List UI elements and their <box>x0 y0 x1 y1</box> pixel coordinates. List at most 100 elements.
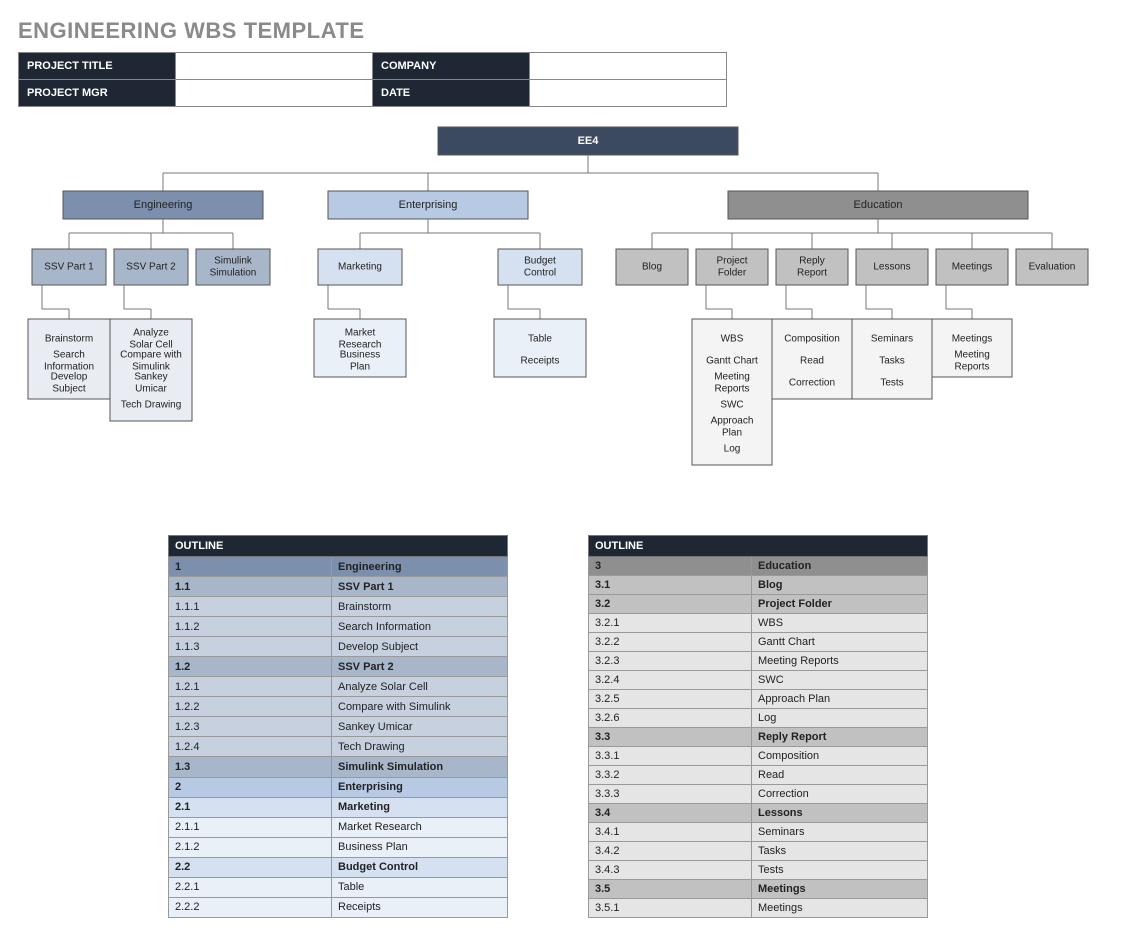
svg-text:Tasks: Tasks <box>879 356 905 367</box>
outline-row: 3.3Reply Report <box>589 728 928 747</box>
outline-table-right: OUTLINE 3Education3.1Blog3.2Project Fold… <box>588 535 928 918</box>
svg-text:Project: Project <box>716 256 747 267</box>
meta-val-company[interactable] <box>530 53 727 80</box>
outline-row: 3.1Blog <box>589 576 928 595</box>
outline-row: 3.4.2Tasks <box>589 842 928 861</box>
outline-row: 2.1.2Business Plan <box>169 837 508 857</box>
svg-text:Blog: Blog <box>642 262 662 273</box>
outline-row: 1.2SSV Part 2 <box>169 657 508 677</box>
outline-row: 1.2.3Sankey Umicar <box>169 717 508 737</box>
svg-text:Plan: Plan <box>722 428 742 439</box>
svg-text:Analyze: Analyze <box>133 328 169 339</box>
outline-row: 3.2.6Log <box>589 709 928 728</box>
svg-text:Read: Read <box>800 356 824 367</box>
svg-text:SSV Part 2: SSV Part 2 <box>126 262 176 273</box>
svg-text:Market: Market <box>345 328 376 339</box>
svg-text:SSV Part 1: SSV Part 1 <box>44 262 94 273</box>
outline-row: 3.2.1WBS <box>589 614 928 633</box>
svg-text:Subject: Subject <box>52 384 86 395</box>
outline-row: 3.2Project Folder <box>589 595 928 614</box>
svg-text:Report: Report <box>797 268 827 279</box>
outline-row: 3.2.5Approach Plan <box>589 690 928 709</box>
svg-text:Simulation: Simulation <box>210 268 257 279</box>
svg-text:SWC: SWC <box>720 400 743 411</box>
outline-row: 1.2.1Analyze Solar Cell <box>169 677 508 697</box>
meta-key-project-mgr: PROJECT MGR <box>19 80 176 107</box>
svg-text:Plan: Plan <box>350 362 370 373</box>
svg-text:Correction: Correction <box>789 378 835 389</box>
meta-val-date[interactable] <box>530 80 727 107</box>
outline-row: 2.2Budget Control <box>169 857 508 877</box>
svg-text:Gantt Chart: Gantt Chart <box>706 356 758 367</box>
svg-text:Search: Search <box>53 350 85 361</box>
svg-text:Simulink: Simulink <box>214 256 253 267</box>
outline-row: 2.2.1Table <box>169 877 508 897</box>
svg-text:Education: Education <box>854 199 903 211</box>
svg-text:Meeting: Meeting <box>714 372 750 383</box>
outline-row: 3.5Meetings <box>589 880 928 899</box>
outline-row: 3.4Lessons <box>589 804 928 823</box>
svg-text:Reply: Reply <box>799 256 825 267</box>
svg-text:Budget: Budget <box>524 256 556 267</box>
svg-text:Log: Log <box>724 444 741 455</box>
outline-row: 2.1Marketing <box>169 797 508 817</box>
svg-text:Receipts: Receipts <box>521 356 560 367</box>
svg-text:Control: Control <box>524 268 556 279</box>
outline-header: OUTLINE <box>169 536 508 557</box>
wbs-diagram: EE4EngineeringSSV Part 1BrainstormSearch… <box>18 121 1118 511</box>
svg-text:Reports: Reports <box>714 384 749 395</box>
svg-text:Reports: Reports <box>954 362 989 373</box>
svg-text:Sankey: Sankey <box>134 372 167 383</box>
outline-row: 3.3.3Correction <box>589 785 928 804</box>
svg-text:Develop: Develop <box>51 372 88 383</box>
outline-row: 3.2.2Gantt Chart <box>589 633 928 652</box>
outline-row: 1.3Simulink Simulation <box>169 757 508 777</box>
outline-row: 1.2.2Compare with Simulink <box>169 697 508 717</box>
svg-text:Folder: Folder <box>718 268 747 279</box>
svg-text:EE4: EE4 <box>578 135 600 147</box>
outline-row: 1.1.2Search Information <box>169 617 508 637</box>
outline-row: 1.1SSV Part 1 <box>169 577 508 597</box>
outline-row: 3.4.1Seminars <box>589 823 928 842</box>
svg-text:Evaluation: Evaluation <box>1029 262 1076 273</box>
outline-table-left: OUTLINE 1Engineering1.1SSV Part 11.1.1Br… <box>168 535 508 918</box>
svg-text:Meetings: Meetings <box>952 334 993 345</box>
svg-text:Meeting: Meeting <box>954 350 990 361</box>
outline-header: OUTLINE <box>589 536 928 557</box>
meta-key-date: DATE <box>373 80 530 107</box>
svg-text:Compare with: Compare with <box>120 350 182 361</box>
outline-row: 2Enterprising <box>169 777 508 797</box>
svg-text:Enterprising: Enterprising <box>399 199 458 211</box>
outline-row: 1Engineering <box>169 557 508 577</box>
svg-text:Business: Business <box>340 350 381 361</box>
svg-text:Marketing: Marketing <box>338 262 382 273</box>
outline-row: 1.1.1Brainstorm <box>169 597 508 617</box>
svg-text:Umicar: Umicar <box>135 384 167 395</box>
svg-text:Meetings: Meetings <box>952 262 993 273</box>
svg-text:Tech Drawing: Tech Drawing <box>121 400 182 411</box>
outline-row: 3.3.1Composition <box>589 747 928 766</box>
outline-row: 3Education <box>589 557 928 576</box>
svg-text:WBS: WBS <box>721 334 744 345</box>
meta-key-project-title: PROJECT TITLE <box>19 53 176 80</box>
svg-text:Table: Table <box>528 334 552 345</box>
page-title: ENGINEERING WBS TEMPLATE <box>18 18 1117 44</box>
svg-text:Lessons: Lessons <box>873 262 910 273</box>
outline-row: 3.2.4SWC <box>589 671 928 690</box>
svg-text:Tests: Tests <box>880 378 903 389</box>
svg-text:Brainstorm: Brainstorm <box>45 334 93 345</box>
svg-text:Seminars: Seminars <box>871 334 913 345</box>
project-meta-table: PROJECT TITLE COMPANY PROJECT MGR DATE <box>18 52 727 107</box>
meta-val-project-title[interactable] <box>176 53 373 80</box>
svg-text:Approach: Approach <box>711 416 754 427</box>
meta-key-company: COMPANY <box>373 53 530 80</box>
outline-row: 3.5.1Meetings <box>589 899 928 918</box>
outline-row: 1.1.3Develop Subject <box>169 637 508 657</box>
svg-text:Composition: Composition <box>784 334 840 345</box>
outline-row: 3.2.3Meeting Reports <box>589 652 928 671</box>
outline-row: 3.4.3Tests <box>589 861 928 880</box>
outline-row: 3.3.2Read <box>589 766 928 785</box>
outline-row: 2.1.1Market Research <box>169 817 508 837</box>
meta-val-project-mgr[interactable] <box>176 80 373 107</box>
outline-row: 2.2.2Receipts <box>169 897 508 917</box>
